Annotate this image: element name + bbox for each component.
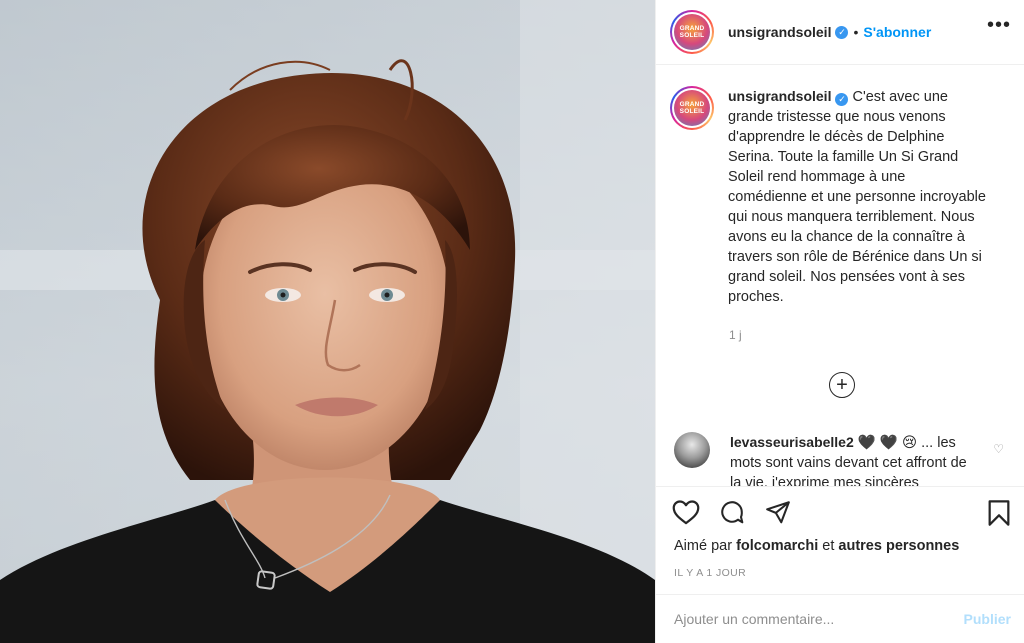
brand-logo: GRAND SOLEIL (674, 14, 710, 50)
caption-time: 1 j (729, 328, 742, 342)
verified-badge-icon: ✓ (835, 25, 849, 39)
comment-icon[interactable] (718, 499, 746, 525)
portrait-illustration (0, 0, 655, 643)
post-actions: Aimé par folcomarchi et autres personnes… (656, 486, 1024, 594)
publish-button[interactable]: Publier (964, 611, 1011, 627)
bookmark-icon[interactable] (986, 499, 1012, 527)
comment-text-block: levasseurisabelle2 🖤 🖤 😢 ... les mots so… (730, 432, 970, 486)
logo-line-1: GRAND (679, 25, 705, 32)
caption-avatar[interactable]: GRAND SOLEIL (670, 86, 714, 130)
liked-by-prefix: Aimé par (674, 538, 733, 554)
avatar-inner: GRAND SOLEIL (672, 12, 712, 52)
comment-username[interactable]: levasseurisabelle2 (730, 434, 854, 450)
caption-avatar-inner: GRAND SOLEIL (672, 88, 712, 128)
caption-logo-line-2: SOLEIL (679, 108, 705, 115)
caption-text-block: unsigrandsoleil ✓ C'est avec une grande t… (728, 86, 988, 307)
add-comment-bar: Publier (656, 594, 1024, 643)
header-username[interactable]: unsigrandsoleil (728, 24, 831, 40)
post-timestamp[interactable]: IL Y A 1 JOUR (674, 567, 746, 579)
comments-scroll-area[interactable]: GRAND SOLEIL unsigrandsoleil ✓ C'est avec… (656, 66, 1024, 486)
logo-line-2: SOLEIL (679, 32, 705, 39)
liked-by-and: et (822, 538, 835, 554)
caption-verified-icon: ✓ (835, 93, 849, 106)
comment-item: levasseurisabelle2 🖤 🖤 😢 ... les mots so… (674, 432, 1014, 486)
comment-avatar[interactable] (674, 432, 710, 468)
post-side-panel: GRAND SOLEIL unsigrandsoleil ✓ • S'abonn… (655, 0, 1024, 643)
caption-username[interactable]: unsigrandsoleil (728, 88, 831, 104)
post-photo[interactable] (0, 0, 655, 643)
comment-heart-icon[interactable]: ♡ (993, 442, 1004, 456)
caption-logo-line-1: GRAND (679, 101, 705, 108)
instagram-post: GRAND SOLEIL unsigrandsoleil ✓ • S'abonn… (0, 0, 1024, 643)
post-caption: GRAND SOLEIL unsigrandsoleil ✓ C'est avec… (670, 86, 988, 307)
heart-icon[interactable] (672, 499, 700, 525)
more-options-icon[interactable]: ••• (987, 14, 1011, 37)
profile-avatar[interactable]: GRAND SOLEIL (670, 10, 714, 54)
header-separator: • (853, 24, 859, 40)
likes-summary: Aimé par folcomarchi et autres personnes (674, 538, 959, 554)
caption-brand-logo: GRAND SOLEIL (674, 90, 710, 126)
liked-by-user[interactable]: folcomarchi (736, 538, 818, 554)
share-icon[interactable] (764, 499, 792, 525)
liked-by-others[interactable]: autres personnes (838, 538, 959, 554)
post-header: GRAND SOLEIL unsigrandsoleil ✓ • S'abonn… (656, 0, 1024, 65)
header-name-row: unsigrandsoleil ✓ • S'abonner (728, 24, 931, 40)
caption-text: C'est avec une grande tristesse que nous… (728, 89, 986, 305)
plus-circle-icon[interactable]: + (829, 372, 855, 398)
comment-input[interactable] (674, 611, 934, 627)
load-more-glyph: + (836, 374, 848, 396)
follow-button[interactable]: S'abonner (863, 24, 931, 40)
